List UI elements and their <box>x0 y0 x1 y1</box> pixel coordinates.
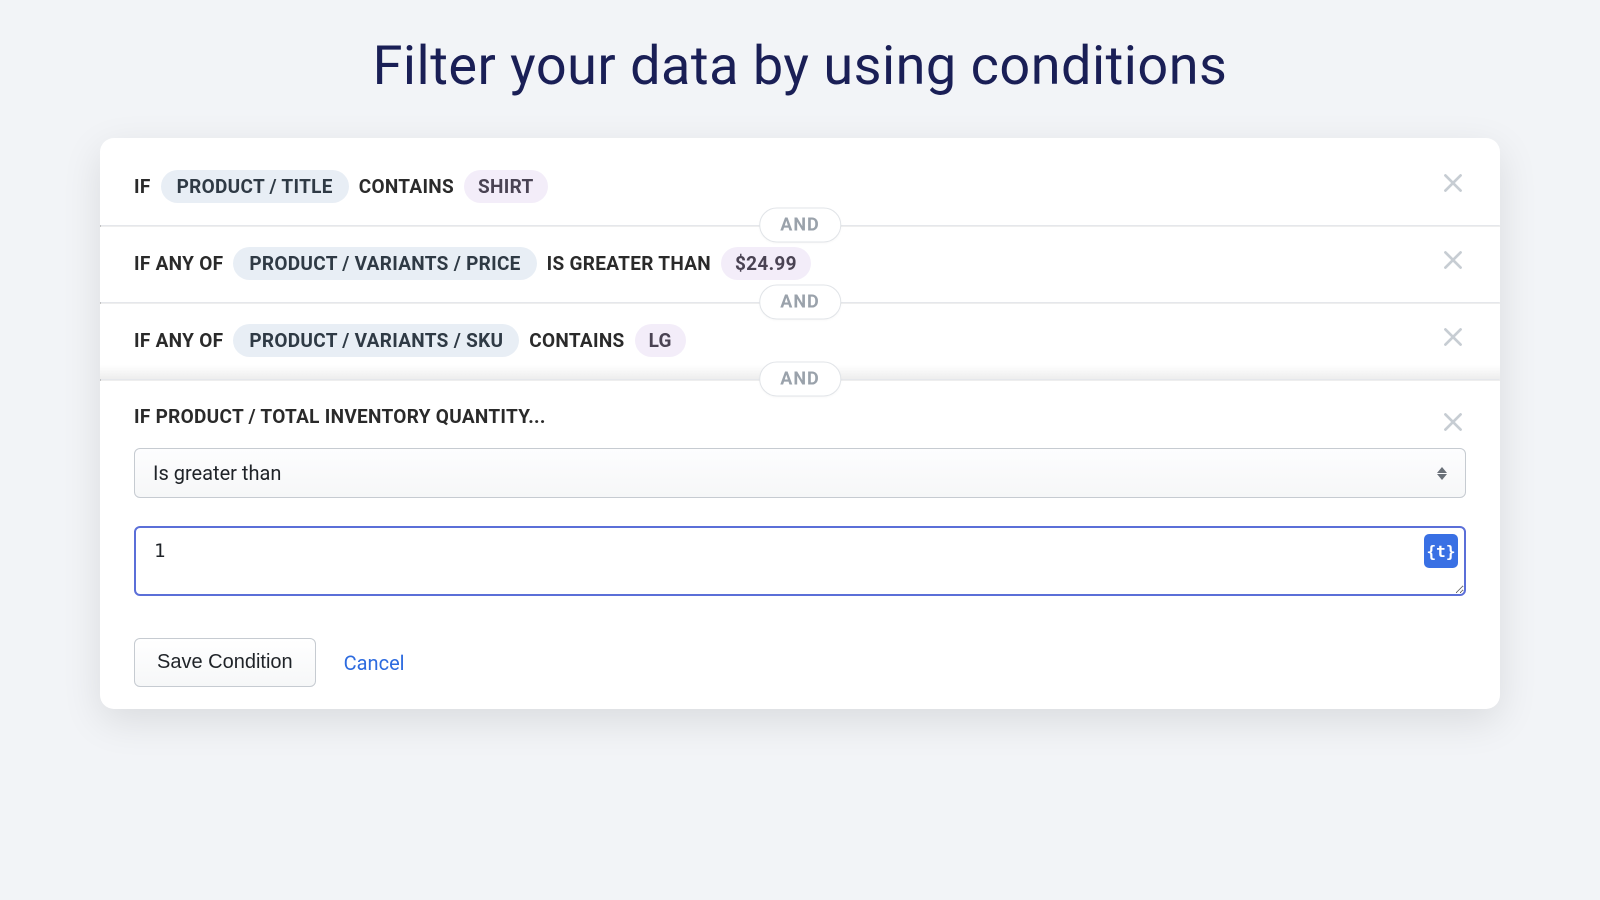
condition-field-chip[interactable]: PRODUCT / VARIANTS / SKU <box>233 324 519 357</box>
condition-edit-label: IF PRODUCT / TOTAL INVENTORY QUANTITY... <box>134 405 1466 428</box>
condition-content: IF ANY OF PRODUCT / VARIANTS / SKU CONTA… <box>134 324 1466 357</box>
condition-content: IF PRODUCT / TITLE CONTAINS SHIRT <box>134 170 1466 203</box>
close-icon[interactable] <box>1440 247 1466 273</box>
connector-and[interactable]: AND <box>759 208 841 243</box>
condition-operator: CONTAINS <box>359 175 454 198</box>
close-icon[interactable] <box>1440 324 1466 350</box>
connector-and[interactable]: AND <box>759 285 841 320</box>
condition-value-chip[interactable]: LG <box>635 324 686 357</box>
condition-field-chip[interactable]: PRODUCT / TITLE <box>161 170 349 203</box>
cancel-link[interactable]: Cancel <box>344 651 405 675</box>
condition-edit-row: IF PRODUCT / TOTAL INVENTORY QUANTITY...… <box>100 379 1500 638</box>
condition-prefix: IF <box>134 175 151 198</box>
value-input[interactable] <box>134 526 1466 596</box>
condition-prefix: IF ANY OF <box>134 252 223 275</box>
condition-prefix: IF ANY OF <box>134 329 223 352</box>
operator-select-value: Is greater than <box>153 461 281 485</box>
close-icon[interactable] <box>1440 170 1466 196</box>
condition-field-chip[interactable]: PRODUCT / VARIANTS / PRICE <box>233 247 536 280</box>
page-title: Filter your data by using conditions <box>0 0 1600 138</box>
condition-operator: IS GREATER THAN <box>547 252 711 275</box>
condition-value-chip[interactable]: SHIRT <box>464 170 548 203</box>
actions-row: Save Condition Cancel <box>100 638 1500 687</box>
select-caret-icon <box>1437 464 1451 482</box>
insert-template-button[interactable]: {t} <box>1424 534 1458 568</box>
operator-select[interactable]: Is greater than <box>134 448 1466 498</box>
condition-operator: CONTAINS <box>529 329 624 352</box>
condition-content: IF ANY OF PRODUCT / VARIANTS / PRICE IS … <box>134 247 1466 280</box>
condition-value-chip[interactable]: $24.99 <box>721 247 811 280</box>
close-icon[interactable] <box>1440 409 1466 435</box>
value-input-wrap: {t} <box>134 526 1466 600</box>
connector-and[interactable]: AND <box>759 362 841 397</box>
conditions-card: IF PRODUCT / TITLE CONTAINS SHIRT AND IF… <box>100 138 1500 709</box>
save-condition-button[interactable]: Save Condition <box>134 638 316 687</box>
